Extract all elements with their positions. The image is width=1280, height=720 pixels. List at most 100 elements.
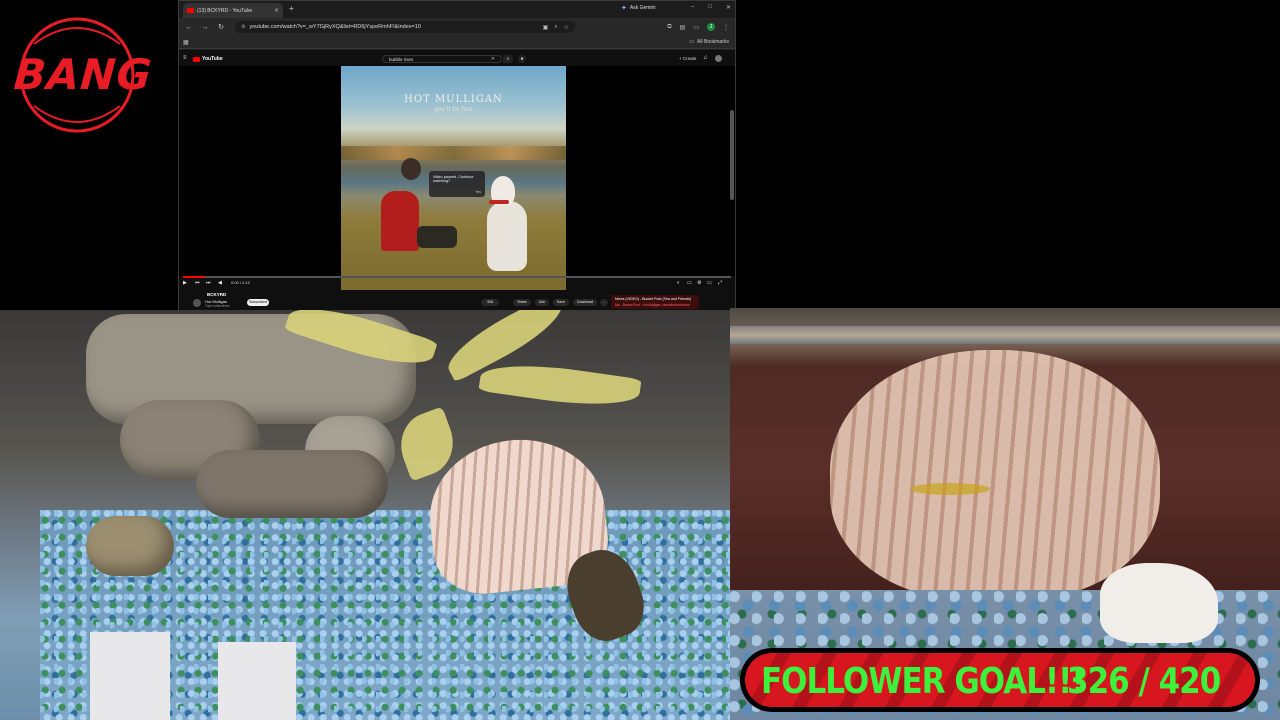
- pebble: [86, 516, 174, 576]
- previous-icon[interactable]: ⏮: [195, 280, 200, 286]
- boy-head: [401, 158, 421, 180]
- volume-icon[interactable]: ◀: [218, 280, 222, 286]
- video-player[interactable]: HOT MULLIGAN you'll be fine Video paused…: [179, 66, 735, 290]
- play-icon[interactable]: ▶: [183, 280, 187, 286]
- all-bookmarks-button[interactable]: ▭ All Bookmarks: [689, 39, 729, 45]
- menu-kebab-icon[interactable]: ⋮: [723, 24, 729, 31]
- album-art: HOT MULLIGAN you'll be fine Video paused…: [341, 66, 566, 290]
- title-bar: (13) BCKYRD - YouTube ✕ + ✦ Ask Gemini –…: [179, 1, 735, 18]
- clear-search-icon[interactable]: ✕: [491, 56, 495, 63]
- cast-icon[interactable]: ▭: [693, 24, 699, 31]
- mix-title: Mixes (VIDEO) - Bucket Post (Sha and Fri…: [615, 297, 692, 301]
- channel-avatar[interactable]: [193, 299, 201, 307]
- fullscreen-icon[interactable]: ⤢: [718, 280, 722, 286]
- install-app-icon[interactable]: ▣: [543, 24, 549, 31]
- like-button[interactable]: 306: [481, 299, 499, 306]
- bookmark-star-icon[interactable]: ☆: [564, 24, 569, 31]
- plant-leaf: [478, 357, 642, 413]
- aquarium-cam-left: [0, 310, 730, 720]
- mix-subtitle: Mix - Bucket Post - Hot Mulligan, cancel…: [615, 303, 690, 307]
- bookmarks-bar: ▦ ▭ All Bookmarks: [179, 36, 735, 49]
- boy-figure: [381, 191, 419, 251]
- water-surface: [730, 326, 1280, 344]
- close-window-button[interactable]: ✕: [726, 4, 731, 11]
- next-icon[interactable]: ⏭: [206, 280, 211, 286]
- video-title: BCKYRD: [207, 292, 227, 297]
- dialog-yes-button[interactable]: Yes: [475, 190, 481, 194]
- subscriber-count: Topic subscribers: [205, 304, 230, 308]
- save-button[interactable]: Save: [553, 299, 569, 306]
- theater-icon[interactable]: ▭: [707, 280, 712, 286]
- settings-gear-icon[interactable]: ⚙: [697, 280, 701, 286]
- download-button[interactable]: Download: [573, 299, 597, 306]
- youtube-favicon-icon: [187, 8, 194, 13]
- progress-bar[interactable]: [183, 276, 731, 278]
- follower-goal-bar: FOLLOWER GOAL!!! 326 / 420: [740, 648, 1260, 712]
- reload-icon[interactable]: ↻: [217, 23, 225, 31]
- new-tab-button[interactable]: +: [289, 4, 294, 13]
- back-icon[interactable]: ←: [185, 24, 193, 31]
- folder-icon: ▭: [689, 39, 695, 45]
- microphone-icon[interactable]: ●: [518, 55, 526, 63]
- subscribe-button[interactable]: Subscribed: [247, 299, 269, 306]
- hamburger-menu-icon[interactable]: ≡: [183, 55, 187, 61]
- window-controls: – □ ✕: [691, 4, 731, 11]
- light-reflection: [90, 632, 170, 720]
- notifications-bell-icon[interactable]: ♫: [703, 55, 708, 61]
- ask-button[interactable]: Ask: [535, 299, 549, 306]
- more-actions-button[interactable]: …: [600, 299, 608, 306]
- youtube-header: ≡ YouTube bubble rises ✕ ⌕ ● + Create ♫: [179, 54, 735, 65]
- continue-watching-dialog: Video paused. Continue watching? Yes: [429, 171, 485, 197]
- zoom-icon[interactable]: ⌕: [554, 24, 557, 31]
- address-bar[interactable]: ⚙ youtube.com/watch?v=_wY7GjRyXQ&list=RD…: [235, 21, 575, 33]
- treeline: [341, 146, 566, 160]
- progress-fill: [183, 276, 205, 278]
- search-icon[interactable]: ⌕: [503, 55, 513, 63]
- sidepanel-icon[interactable]: ▤: [680, 24, 686, 31]
- all-bookmarks-label: All Bookmarks: [697, 39, 729, 45]
- dog-figure: [487, 201, 527, 271]
- autoplay-icon[interactable]: ◐: [677, 280, 680, 286]
- dialog-text: Video paused. Continue watching?: [433, 175, 474, 183]
- rock-lower: [196, 450, 388, 518]
- follower-goal-fill: FOLLOWER GOAL!!! 326 / 420: [745, 653, 1255, 707]
- youtube-logo[interactable]: YouTube: [193, 56, 223, 62]
- boy-legs: [417, 226, 457, 248]
- browser-tab[interactable]: (13) BCKYRD - YouTube ✕: [183, 3, 283, 18]
- light-reflection: [218, 642, 296, 720]
- time-display: 0:00 / 2:12: [231, 280, 250, 285]
- logo-word: BANG: [12, 50, 154, 99]
- dog-collar: [489, 200, 509, 204]
- ask-gemini-button[interactable]: ✦ Ask Gemini: [621, 4, 655, 12]
- tab-close-icon[interactable]: ✕: [274, 7, 279, 14]
- share-button[interactable]: Share: [513, 299, 531, 306]
- apps-grid-icon[interactable]: ▦: [183, 39, 189, 46]
- profile-avatar[interactable]: J: [707, 23, 715, 31]
- site-info-icon[interactable]: ⚙: [241, 24, 245, 30]
- player-controls: ▶ ⏮ ⏭ ◀ 0:00 / 2:12 ◐ ▭ ⚙ ▭ ⤢: [179, 279, 735, 289]
- forward-icon[interactable]: →: [201, 24, 209, 31]
- ask-gemini-label: Ask Gemini: [629, 5, 656, 11]
- extensions-icon[interactable]: ⧉: [667, 24, 671, 31]
- scallop-shell: [830, 350, 1160, 600]
- album-title: HOT MULLIGAN: [404, 94, 503, 105]
- fish: [910, 483, 990, 495]
- gemini-icon: ✦: [621, 5, 627, 12]
- youtube-logo-text: YouTube: [202, 56, 223, 62]
- youtube-search-input[interactable]: bubble rises ✕: [382, 55, 502, 63]
- follower-goal-count: 326 / 420: [1067, 661, 1221, 703]
- tab-title: (13) BCKYRD - YouTube: [197, 7, 253, 14]
- account-avatar[interactable]: [715, 55, 722, 62]
- minimize-button[interactable]: –: [691, 4, 694, 11]
- maximize-button[interactable]: □: [708, 4, 712, 11]
- follower-goal-label: FOLLOWER GOAL!!!: [761, 661, 1085, 703]
- youtube-play-icon: [193, 56, 200, 62]
- mix-playlist-card[interactable]: Mixes (VIDEO) - Bucket Post (Sha and Fri…: [611, 295, 699, 309]
- white-rock: [1100, 563, 1218, 643]
- album-subtitle: you'll be fine: [434, 106, 473, 113]
- create-button[interactable]: + Create: [679, 56, 696, 61]
- search-query: bubble rises: [389, 57, 414, 62]
- bang-logo: BANG: [12, 14, 154, 136]
- captions-icon[interactable]: ▭: [687, 280, 692, 286]
- scrollbar[interactable]: [730, 110, 734, 200]
